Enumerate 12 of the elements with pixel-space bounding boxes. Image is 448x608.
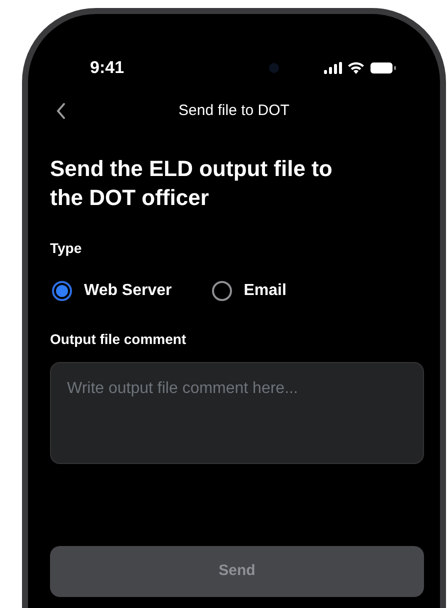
screen-title: Send file to DOT	[178, 100, 290, 121]
page-heading: Send the ELD output file to the DOT officer	[50, 155, 334, 212]
status-time: 9:41	[90, 57, 124, 80]
radio-option[interactable]: Web Server	[52, 279, 172, 303]
comment-field[interactable]: Write output file comment here...	[50, 362, 424, 464]
comment-label: Output file comment	[50, 330, 188, 349]
radio-option[interactable]: Email	[212, 279, 286, 303]
type-label: Type	[50, 239, 83, 258]
back-icon[interactable]	[56, 102, 66, 120]
wifi-icon	[348, 62, 364, 74]
battery-icon	[370, 62, 396, 74]
signal-icon	[324, 62, 342, 74]
